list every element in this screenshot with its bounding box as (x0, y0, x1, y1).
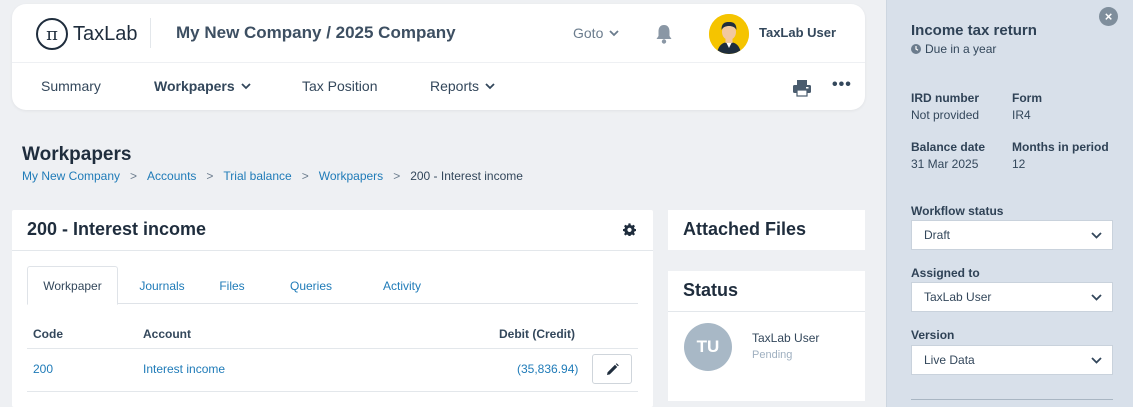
months-value: 12 (1012, 157, 1026, 171)
row-account-link[interactable]: Interest income (143, 362, 225, 376)
breadcrumb-separator: > (301, 169, 309, 183)
assigned-to-value: TaxLab User (924, 290, 992, 304)
printer-icon[interactable] (792, 79, 812, 97)
nav-summary[interactable]: Summary (41, 78, 101, 94)
breadcrumb-separator: > (206, 169, 214, 183)
bell-icon[interactable] (654, 23, 674, 45)
workpaper-panel: 200 - Interest income Workpaper Journals… (12, 210, 653, 407)
chevron-down-icon (1091, 231, 1102, 239)
main-nav: Summary Workpapers Tax Position Reports (12, 62, 865, 110)
close-icon[interactable]: × (1099, 7, 1118, 26)
ird-number-label: IRD number (911, 91, 980, 105)
edit-row-button[interactable] (592, 354, 632, 384)
assigned-to-select[interactable]: TaxLab User (911, 282, 1113, 312)
goto-label: Goto (573, 25, 604, 41)
workflow-status-value: Draft (924, 228, 951, 242)
chevron-down-icon (1091, 293, 1102, 301)
nav-workpapers-label: Workpapers (154, 78, 235, 94)
breadcrumb-workpapers[interactable]: Workpapers (319, 169, 383, 183)
tab-activity[interactable]: Activity (372, 266, 432, 305)
breadcrumb: My New Company > Accounts > Trial balanc… (22, 169, 523, 183)
version-label: Version (911, 328, 955, 342)
balance-date-label: Balance date (911, 140, 986, 154)
status-title: Status (683, 280, 739, 300)
header-card: π TaxLab My New Company / 2025 Company G… (12, 4, 865, 110)
company-title[interactable]: My New Company / 2025 Company (176, 23, 456, 43)
user-name[interactable]: TaxLab User (759, 25, 836, 40)
pencil-icon (606, 362, 619, 375)
balance-date-value: 31 Mar 2025 (911, 157, 979, 171)
status-user: TaxLab User (752, 331, 820, 345)
page-title: Workpapers (22, 144, 132, 165)
nav-summary-label: Summary (41, 78, 101, 94)
nav-reports-label: Reports (430, 78, 480, 94)
attached-files-title: Attached Files (683, 219, 807, 239)
breadcrumb-accounts[interactable]: Accounts (147, 169, 196, 183)
version-select[interactable]: Live Data (911, 345, 1113, 375)
chevron-down-icon (609, 29, 619, 36)
table-header-divider (27, 348, 638, 349)
nav-reports[interactable]: Reports (430, 78, 495, 94)
gear-icon[interactable] (623, 223, 636, 236)
breadcrumb-current: 200 - Interest income (410, 169, 523, 183)
chevron-down-icon (1091, 356, 1102, 364)
logo-text: TaxLab (73, 22, 138, 45)
breadcrumb-separator: > (130, 169, 138, 183)
nav-tax-position[interactable]: Tax Position (302, 78, 377, 94)
tab-journals[interactable]: Journals (132, 266, 192, 305)
tab-workpaper[interactable]: Workpaper (27, 266, 118, 305)
drawer-bottom-divider (911, 399, 1113, 400)
months-label: Months in period (1012, 140, 1109, 154)
drawer-due-text: Due in a year (925, 42, 997, 56)
table-row-divider (27, 391, 638, 392)
workpaper-divider (12, 250, 653, 251)
breadcrumb-trial-balance[interactable]: Trial balance (223, 169, 291, 183)
goto-dropdown[interactable]: Goto (573, 25, 619, 41)
workpaper-tabs: Workpaper Journals Files Queries Activit… (27, 266, 638, 305)
status-card: Status TU TaxLab User Pending (668, 271, 865, 401)
form-label: Form (1012, 91, 1042, 105)
user-avatar-icon (709, 14, 749, 54)
status-divider (668, 311, 865, 312)
workflow-status-label: Workflow status (911, 204, 1004, 218)
tab-files[interactable]: Files (210, 266, 254, 305)
form-value: IR4 (1012, 108, 1031, 122)
taxlab-logo[interactable]: π TaxLab (36, 18, 138, 50)
nav-tax-position-label: Tax Position (302, 78, 378, 94)
assigned-to-label: Assigned to (911, 266, 980, 280)
row-code-link[interactable]: 200 (33, 362, 53, 376)
chevron-down-icon (241, 82, 251, 89)
breadcrumb-separator: > (393, 169, 401, 183)
ird-number-value: Not provided (911, 108, 980, 122)
breadcrumb-company[interactable]: My New Company (22, 169, 120, 183)
chevron-down-icon (485, 82, 495, 89)
user-avatar[interactable] (709, 14, 749, 54)
nav-workpapers[interactable]: Workpapers (154, 78, 251, 94)
status-avatar: TU (684, 323, 732, 371)
workflow-status-select[interactable]: Draft (911, 220, 1113, 250)
tab-queries[interactable]: Queries (283, 266, 339, 305)
column-header-account[interactable]: Account (143, 327, 191, 341)
column-header-amount[interactable]: Debit (Credit) (499, 327, 575, 341)
clock-icon (911, 44, 921, 54)
workpaper-title: 200 - Interest income (27, 219, 207, 239)
row-amount-link[interactable]: (35,836.94) (517, 362, 578, 376)
header-divider (150, 18, 151, 48)
attached-files-card: Attached Files (668, 210, 865, 250)
version-value: Live Data (924, 353, 975, 367)
drawer-title: Income tax return (911, 22, 1037, 39)
column-header-code[interactable]: Code (33, 327, 63, 341)
income-tax-drawer: × Income tax return Due in a year IRD nu… (886, 0, 1133, 407)
logo-pi-icon: π (36, 18, 68, 50)
more-options-icon[interactable]: ••• (832, 76, 852, 94)
status-state: Pending (752, 349, 793, 361)
drawer-due: Due in a year (911, 42, 996, 56)
